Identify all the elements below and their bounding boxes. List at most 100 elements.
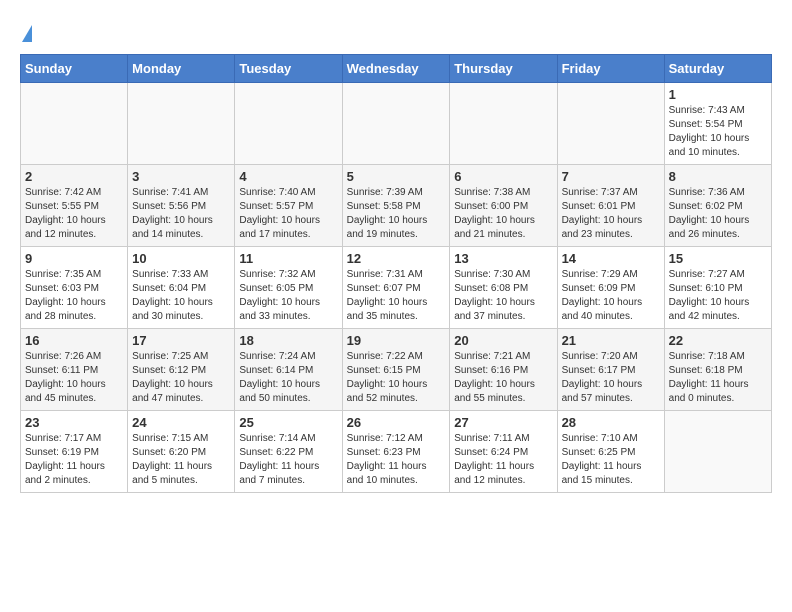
calendar-cell: 2 Sunrise: 7:42 AMSunset: 5:55 PMDaylight… bbox=[21, 165, 128, 247]
day-info: Sunrise: 7:17 AMSunset: 6:19 PMDaylight:… bbox=[25, 432, 123, 488]
calendar-cell: 24 Sunrise: 7:15 AMSunset: 6:20 PMDayligh… bbox=[128, 411, 235, 493]
calendar-cell: 20 Sunrise: 7:21 AMSunset: 6:16 PMDayligh… bbox=[450, 329, 557, 411]
day-number: 5 bbox=[347, 169, 446, 184]
day-number: 4 bbox=[239, 169, 337, 184]
day-info: Sunrise: 7:29 AMSunset: 6:09 PMDaylight:… bbox=[562, 268, 660, 324]
calendar-cell: 22 Sunrise: 7:18 AMSunset: 6:18 PMDayligh… bbox=[664, 329, 771, 411]
day-info: Sunrise: 7:10 AMSunset: 6:25 PMDaylight:… bbox=[562, 432, 660, 488]
calendar-cell: 17 Sunrise: 7:25 AMSunset: 6:12 PMDayligh… bbox=[128, 329, 235, 411]
calendar-cell: 16 Sunrise: 7:26 AMSunset: 6:11 PMDayligh… bbox=[21, 329, 128, 411]
week-row-1: 1 Sunrise: 7:43 AMSunset: 5:54 PMDaylight… bbox=[21, 83, 772, 165]
day-info: Sunrise: 7:36 AMSunset: 6:02 PMDaylight:… bbox=[669, 186, 767, 242]
day-info: Sunrise: 7:31 AMSunset: 6:07 PMDaylight:… bbox=[347, 268, 446, 324]
page-header bbox=[20, 20, 772, 44]
day-number: 16 bbox=[25, 333, 123, 348]
day-info: Sunrise: 7:11 AMSunset: 6:24 PMDaylight:… bbox=[454, 432, 552, 488]
day-number: 13 bbox=[454, 251, 552, 266]
day-info: Sunrise: 7:30 AMSunset: 6:08 PMDaylight:… bbox=[454, 268, 552, 324]
day-number: 22 bbox=[669, 333, 767, 348]
calendar-cell: 14 Sunrise: 7:29 AMSunset: 6:09 PMDayligh… bbox=[557, 247, 664, 329]
day-info: Sunrise: 7:42 AMSunset: 5:55 PMDaylight:… bbox=[25, 186, 123, 242]
logo-text bbox=[20, 20, 32, 44]
day-info: Sunrise: 7:32 AMSunset: 6:05 PMDaylight:… bbox=[239, 268, 337, 324]
calendar-cell: 26 Sunrise: 7:12 AMSunset: 6:23 PMDayligh… bbox=[342, 411, 450, 493]
calendar-cell: 25Sunrise: 7:14 AMSunset: 6:22 PMDayligh… bbox=[235, 411, 342, 493]
day-number: 24 bbox=[132, 415, 230, 430]
day-info: Sunrise: 7:20 AMSunset: 6:17 PMDaylight:… bbox=[562, 350, 660, 406]
day-info: Sunrise: 7:33 AMSunset: 6:04 PMDaylight:… bbox=[132, 268, 230, 324]
weekday-header-monday: Monday bbox=[128, 55, 235, 83]
weekday-header-tuesday: Tuesday bbox=[235, 55, 342, 83]
calendar-cell: 10 Sunrise: 7:33 AMSunset: 6:04 PMDayligh… bbox=[128, 247, 235, 329]
day-number: 28 bbox=[562, 415, 660, 430]
day-number: 17 bbox=[132, 333, 230, 348]
calendar-cell bbox=[128, 83, 235, 165]
day-number: 11 bbox=[239, 251, 337, 266]
day-number: 3 bbox=[132, 169, 230, 184]
day-number: 23 bbox=[25, 415, 123, 430]
day-number: 2 bbox=[25, 169, 123, 184]
calendar-cell: 4 Sunrise: 7:40 AMSunset: 5:57 PMDaylight… bbox=[235, 165, 342, 247]
day-number: 6 bbox=[454, 169, 552, 184]
day-info: Sunrise: 7:35 AMSunset: 6:03 PMDaylight:… bbox=[25, 268, 123, 324]
calendar-cell: 9 Sunrise: 7:35 AMSunset: 6:03 PMDaylight… bbox=[21, 247, 128, 329]
calendar-cell bbox=[664, 411, 771, 493]
calendar-cell bbox=[235, 83, 342, 165]
weekday-header-wednesday: Wednesday bbox=[342, 55, 450, 83]
week-row-3: 9 Sunrise: 7:35 AMSunset: 6:03 PMDaylight… bbox=[21, 247, 772, 329]
calendar-cell: 15Sunrise: 7:27 AMSunset: 6:10 PMDayligh… bbox=[664, 247, 771, 329]
calendar-cell: 1 Sunrise: 7:43 AMSunset: 5:54 PMDaylight… bbox=[664, 83, 771, 165]
day-number: 18 bbox=[239, 333, 337, 348]
weekday-header-saturday: Saturday bbox=[664, 55, 771, 83]
logo bbox=[20, 20, 32, 44]
logo-triangle-icon bbox=[22, 25, 32, 42]
day-info: Sunrise: 7:18 AMSunset: 6:18 PMDaylight:… bbox=[669, 350, 767, 406]
weekday-header-row: SundayMondayTuesdayWednesdayThursdayFrid… bbox=[21, 55, 772, 83]
day-info: Sunrise: 7:43 AMSunset: 5:54 PMDaylight:… bbox=[669, 104, 767, 160]
calendar-cell: 12 Sunrise: 7:31 AMSunset: 6:07 PMDayligh… bbox=[342, 247, 450, 329]
calendar-cell: 27 Sunrise: 7:11 AMSunset: 6:24 PMDayligh… bbox=[450, 411, 557, 493]
day-number: 21 bbox=[562, 333, 660, 348]
calendar-cell: 7 Sunrise: 7:37 AMSunset: 6:01 PMDaylight… bbox=[557, 165, 664, 247]
day-number: 12 bbox=[347, 251, 446, 266]
day-number: 9 bbox=[25, 251, 123, 266]
day-number: 27 bbox=[454, 415, 552, 430]
day-info: Sunrise: 7:21 AMSunset: 6:16 PMDaylight:… bbox=[454, 350, 552, 406]
calendar-cell: 5Sunrise: 7:39 AMSunset: 5:58 PMDaylight… bbox=[342, 165, 450, 247]
calendar-cell: 8 Sunrise: 7:36 AMSunset: 6:02 PMDaylight… bbox=[664, 165, 771, 247]
calendar-cell: 18 Sunrise: 7:24 AMSunset: 6:14 PMDayligh… bbox=[235, 329, 342, 411]
day-number: 25 bbox=[239, 415, 337, 430]
day-number: 26 bbox=[347, 415, 446, 430]
weekday-header-thursday: Thursday bbox=[450, 55, 557, 83]
week-row-5: 23 Sunrise: 7:17 AMSunset: 6:19 PMDayligh… bbox=[21, 411, 772, 493]
weekday-header-sunday: Sunday bbox=[21, 55, 128, 83]
day-info: Sunrise: 7:38 AMSunset: 6:00 PMDaylight:… bbox=[454, 186, 552, 242]
day-number: 1 bbox=[669, 87, 767, 102]
calendar: SundayMondayTuesdayWednesdayThursdayFrid… bbox=[20, 54, 772, 493]
day-info: Sunrise: 7:24 AMSunset: 6:14 PMDaylight:… bbox=[239, 350, 337, 406]
weekday-header-friday: Friday bbox=[557, 55, 664, 83]
day-info: Sunrise: 7:22 AMSunset: 6:15 PMDaylight:… bbox=[347, 350, 446, 406]
day-info: Sunrise: 7:26 AMSunset: 6:11 PMDaylight:… bbox=[25, 350, 123, 406]
calendar-cell: 6 Sunrise: 7:38 AMSunset: 6:00 PMDaylight… bbox=[450, 165, 557, 247]
calendar-cell: 21 Sunrise: 7:20 AMSunset: 6:17 PMDayligh… bbox=[557, 329, 664, 411]
day-info: Sunrise: 7:25 AMSunset: 6:12 PMDaylight:… bbox=[132, 350, 230, 406]
day-info: Sunrise: 7:40 AMSunset: 5:57 PMDaylight:… bbox=[239, 186, 337, 242]
calendar-cell: 3 Sunrise: 7:41 AMSunset: 5:56 PMDaylight… bbox=[128, 165, 235, 247]
day-number: 7 bbox=[562, 169, 660, 184]
day-number: 8 bbox=[669, 169, 767, 184]
day-number: 20 bbox=[454, 333, 552, 348]
day-info: Sunrise: 7:12 AMSunset: 6:23 PMDaylight:… bbox=[347, 432, 446, 488]
calendar-cell: 19 Sunrise: 7:22 AMSunset: 6:15 PMDayligh… bbox=[342, 329, 450, 411]
day-number: 10 bbox=[132, 251, 230, 266]
day-info: Sunrise: 7:27 AMSunset: 6:10 PMDaylight:… bbox=[669, 268, 767, 324]
day-info: Sunrise: 7:41 AMSunset: 5:56 PMDaylight:… bbox=[132, 186, 230, 242]
calendar-cell: 23 Sunrise: 7:17 AMSunset: 6:19 PMDayligh… bbox=[21, 411, 128, 493]
calendar-cell bbox=[21, 83, 128, 165]
day-info: Sunrise: 7:15 AMSunset: 6:20 PMDaylight:… bbox=[132, 432, 230, 488]
day-number: 14 bbox=[562, 251, 660, 266]
day-info: Sunrise: 7:37 AMSunset: 6:01 PMDaylight:… bbox=[562, 186, 660, 242]
calendar-cell: 13 Sunrise: 7:30 AMSunset: 6:08 PMDayligh… bbox=[450, 247, 557, 329]
week-row-4: 16 Sunrise: 7:26 AMSunset: 6:11 PMDayligh… bbox=[21, 329, 772, 411]
day-number: 19 bbox=[347, 333, 446, 348]
